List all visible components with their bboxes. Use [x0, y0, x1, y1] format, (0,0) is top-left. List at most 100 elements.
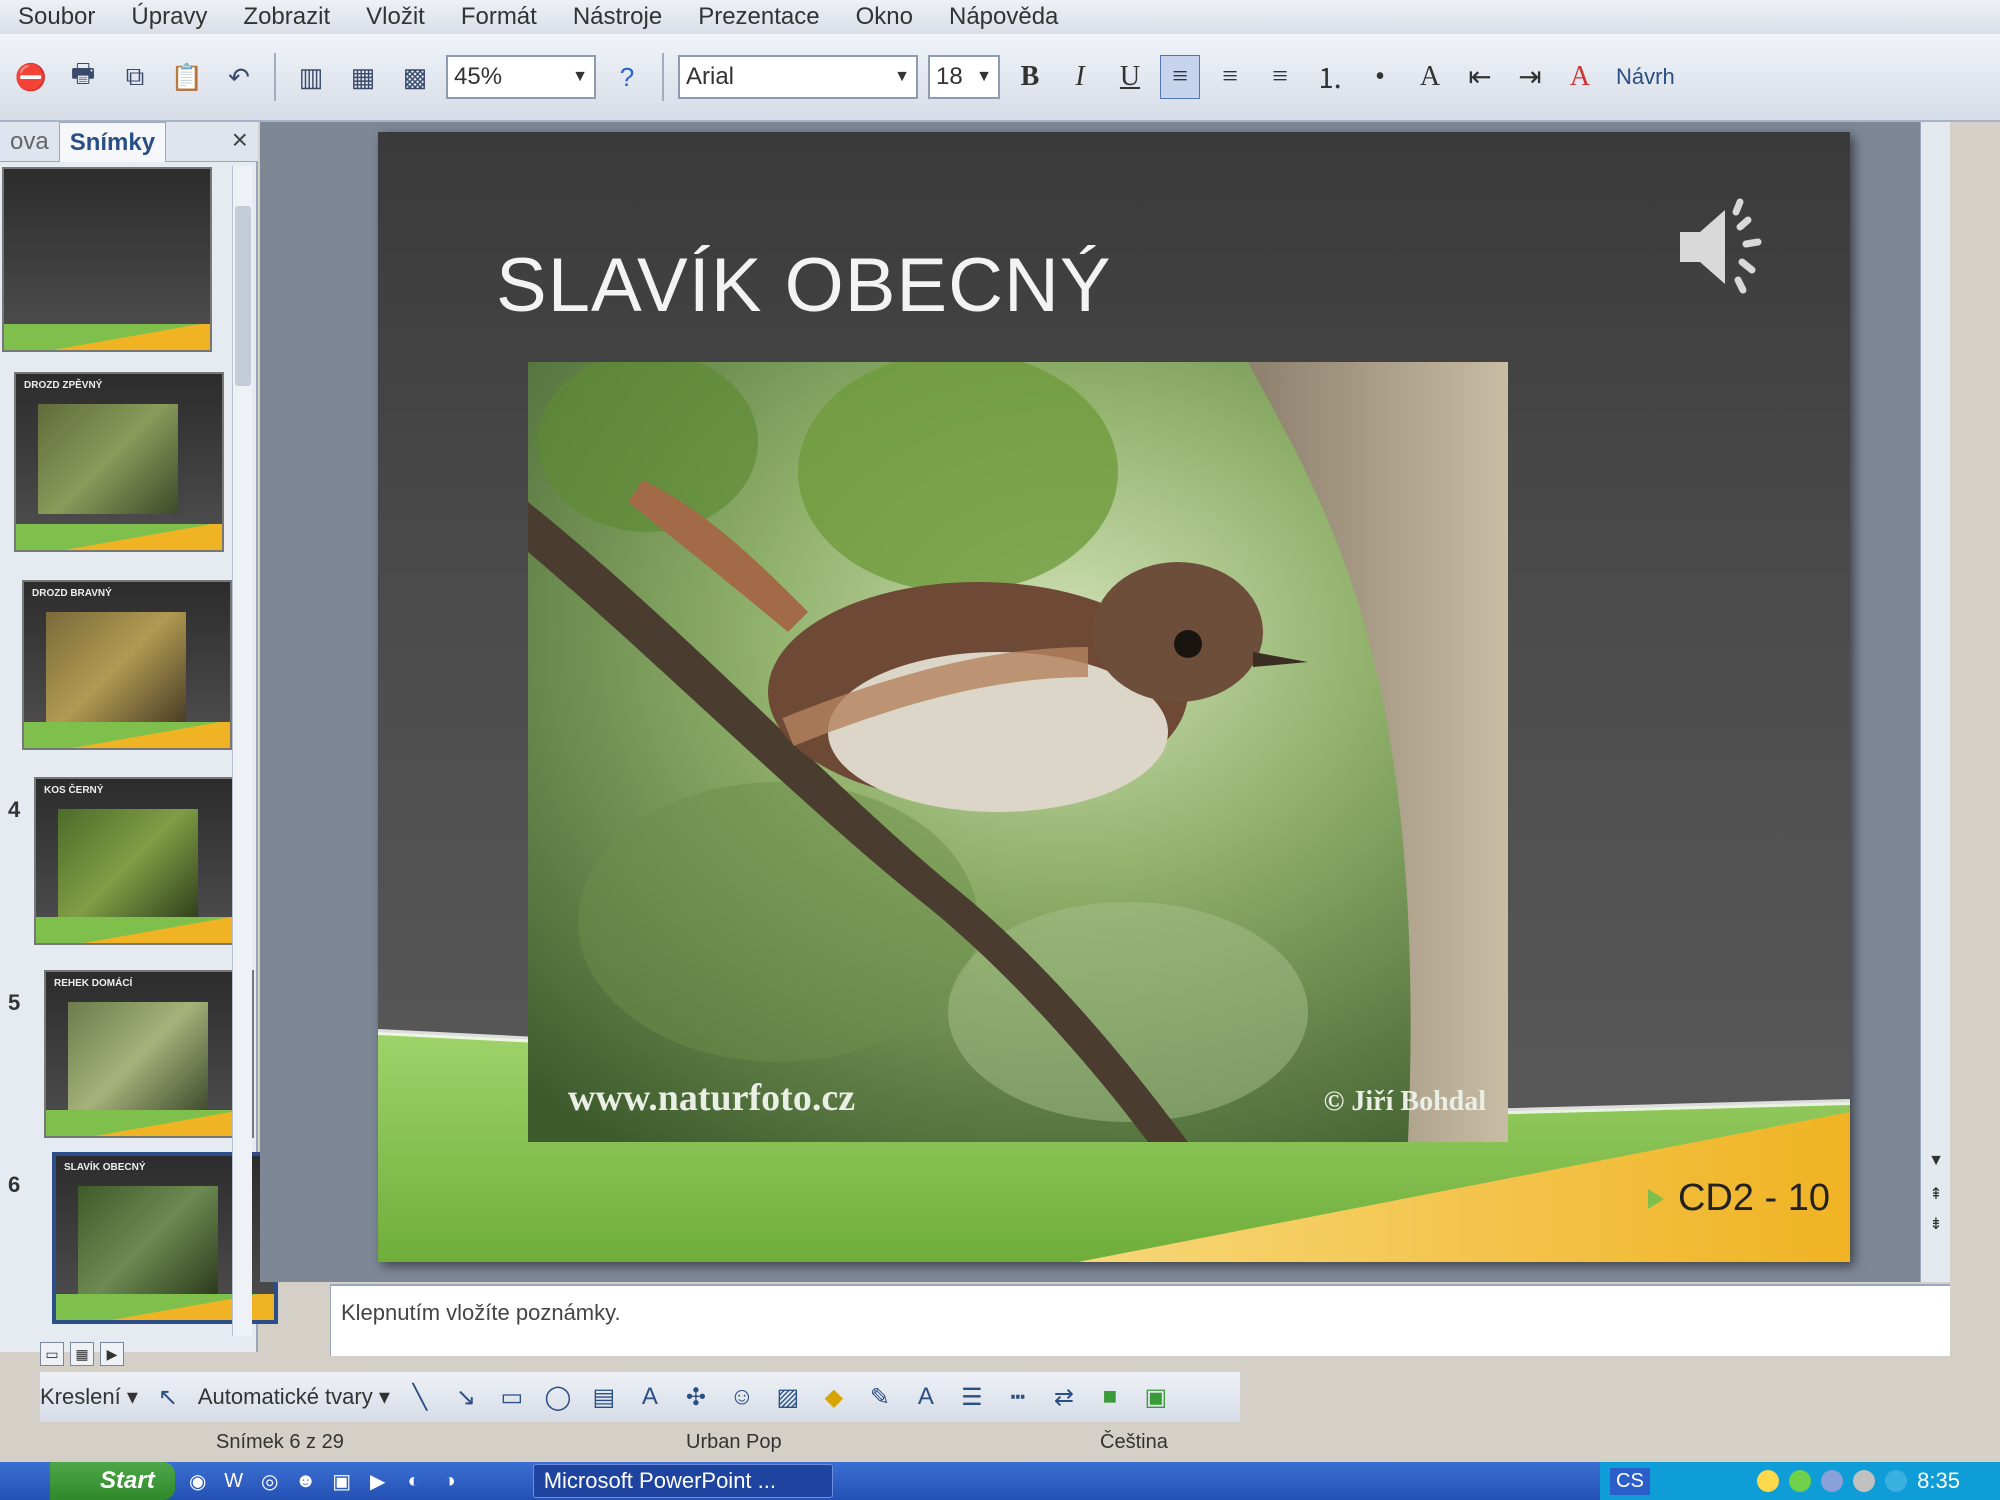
permission-icon[interactable]: ⛔ [10, 56, 52, 98]
font-size-combo[interactable]: 18 ▼ [928, 55, 1000, 99]
scroll-thumb[interactable] [235, 206, 251, 386]
numbered-list-icon[interactable]: ⒈ [1310, 55, 1350, 99]
language-indicator[interactable]: CS [1610, 1467, 1650, 1495]
3d-icon[interactable]: ▣ [1140, 1381, 1172, 1413]
normal-view-icon[interactable]: ▭ [40, 1342, 64, 1366]
slide-title[interactable]: SLAVÍK OBECNÝ [496, 242, 1112, 329]
menu-okno[interactable]: Okno [838, 3, 931, 31]
messenger-icon[interactable]: ☻ [293, 1468, 319, 1494]
close-icon[interactable]: × [232, 124, 248, 156]
slide-thumbnail[interactable]: DROZD BRAVNÝ [0, 580, 236, 750]
folder-icon[interactable]: ▣ [329, 1468, 355, 1494]
firefox-icon[interactable]: ◐ [401, 1468, 427, 1494]
slideshow-view-icon[interactable]: ▶ [100, 1342, 124, 1366]
nightingale-photo[interactable]: www.naturfoto.cz © Jiří Bohdal [528, 362, 1508, 1142]
volume-icon[interactable] [1821, 1470, 1844, 1492]
line-style-icon[interactable]: ☰ [956, 1381, 988, 1413]
update-icon[interactable] [1853, 1470, 1876, 1492]
insert-chart-icon[interactable]: ▥ [290, 56, 332, 98]
slide-code: CD2 - 10 [1647, 1177, 1830, 1220]
line-color-icon[interactable]: ✎ [864, 1381, 896, 1413]
current-slide[interactable]: SLAVÍK OBECNÝ www.naturfoto.cz © Jiří Bo… [378, 132, 1850, 1262]
menu-prezentace[interactable]: Prezentace [680, 3, 837, 31]
connection-icon[interactable] [1885, 1470, 1908, 1492]
paste-icon[interactable]: 📋 [166, 56, 208, 98]
font-color-icon[interactable]: A [910, 1381, 942, 1413]
menu-zobrazit[interactable]: Zobrazit [225, 3, 348, 31]
font-name-combo[interactable]: Arial ▼ [678, 55, 918, 99]
underline-button[interactable]: U [1110, 55, 1150, 99]
dash-style-icon[interactable]: ┅ [1002, 1381, 1034, 1413]
speaker-icon[interactable] [1670, 192, 1780, 302]
picture-icon[interactable]: ▨ [772, 1381, 804, 1413]
rectangle-icon[interactable]: ▭ [496, 1381, 528, 1413]
oval-icon[interactable]: ◯ [542, 1381, 574, 1413]
start-button[interactable]: Start [50, 1462, 175, 1500]
slide-thumbnail[interactable]: DROZD ZPĚVNÝ [0, 372, 236, 552]
design-button[interactable]: Návrh [1610, 56, 1681, 98]
scroll-down-icon[interactable]: ▼ [1925, 1152, 1947, 1176]
thumb-photo [68, 1002, 208, 1112]
next-slide-icon[interactable]: ⇟ [1925, 1214, 1947, 1238]
wordart-icon[interactable]: A [634, 1381, 666, 1413]
bold-button[interactable]: B [1010, 55, 1050, 99]
help-icon[interactable]: ? [606, 56, 648, 98]
slide-thumbnail-selected[interactable]: 6 SLAVÍK OBECNÝ [0, 1152, 278, 1324]
notes-placeholder[interactable]: Klepnutím vložíte poznámky. [341, 1300, 621, 1326]
diagram-icon[interactable]: ✣ [680, 1381, 712, 1413]
font-color-icon[interactable]: A [1560, 55, 1600, 99]
arrow-icon[interactable]: ↘ [450, 1381, 482, 1413]
taskbar-powerpoint-button[interactable]: Microsoft PowerPoint ... [532, 1464, 833, 1498]
word-icon[interactable]: W [221, 1468, 247, 1494]
bullet-list-icon[interactable]: • [1360, 55, 1400, 99]
menu-nastroje[interactable]: Nástroje [555, 3, 680, 31]
align-right-icon[interactable]: ≡ [1260, 55, 1300, 99]
autoshapes-menu[interactable]: Automatické tvary ▾ [198, 1384, 390, 1410]
shadow-icon[interactable]: ■ [1094, 1381, 1126, 1413]
copy-icon[interactable]: ⧉ [114, 56, 156, 98]
security-icon[interactable] [1757, 1470, 1780, 1492]
menu-soubor[interactable]: Soubor [0, 3, 113, 31]
increase-font-icon[interactable]: A [1410, 55, 1450, 99]
menu-upravy[interactable]: Úpravy [113, 3, 225, 31]
tab-slides[interactable]: Snímky [58, 121, 167, 162]
notes-pane[interactable]: Klepnutím vložíte poznámky. [330, 1284, 1950, 1356]
slides-pane-scrollbar[interactable] [232, 166, 252, 1336]
increase-indent-icon[interactable]: ⇥ [1510, 55, 1550, 99]
fill-color-icon[interactable]: ◆ [818, 1381, 850, 1413]
clipart-icon[interactable]: ☺ [726, 1381, 758, 1413]
media-icon[interactable]: ◎ [257, 1468, 283, 1494]
textbox-icon[interactable]: ▤ [588, 1381, 620, 1413]
slide-editor: SLAVÍK OBECNÝ www.naturfoto.cz © Jiří Bo… [260, 122, 1950, 1282]
zoom-combo[interactable]: 45% ▼ [446, 55, 596, 99]
insert-table-icon[interactable]: ▦ [342, 56, 384, 98]
menu-format[interactable]: Formát [443, 3, 555, 31]
print-icon[interactable]: 🖶 [62, 56, 104, 98]
slide-thumbnail[interactable] [0, 167, 236, 352]
sorter-view-icon[interactable]: ▦ [70, 1342, 94, 1366]
arrow-style-icon[interactable]: ⇄ [1048, 1381, 1080, 1413]
slide-thumbnail[interactable]: 4 KOS ČERNÝ [0, 777, 242, 947]
editor-scrollbar[interactable]: ▼ ⇞ ⇟ [1920, 122, 1950, 1282]
previous-slide-icon[interactable]: ⇞ [1925, 1184, 1947, 1208]
align-left-icon[interactable]: ≡ [1160, 55, 1200, 99]
browser-icon[interactable]: ◉ [185, 1468, 211, 1494]
player-icon[interactable]: ▶ [365, 1468, 391, 1494]
bird-photo-graphic [528, 362, 1508, 1142]
line-icon[interactable]: ╲ [404, 1381, 436, 1413]
decrease-indent-icon[interactable]: ⇤ [1460, 55, 1500, 99]
tab-outline[interactable]: ova [0, 128, 59, 156]
italic-button[interactable]: I [1060, 55, 1100, 99]
undo-icon[interactable]: ↶ [218, 56, 260, 98]
menu-vlozit[interactable]: Vložit [348, 3, 443, 31]
menu-napoveda[interactable]: Nápověda [931, 3, 1076, 31]
select-objects-icon[interactable]: ↖ [152, 1381, 184, 1413]
draw-menu[interactable]: Kreslení ▾ [40, 1384, 138, 1410]
start-label: Start [100, 1467, 155, 1494]
show-grid-icon[interactable]: ▩ [394, 56, 436, 98]
pane-tabs: ova Snímky × [0, 121, 258, 162]
chrome-icon[interactable]: ◑ [437, 1468, 463, 1494]
slide-thumbnail[interactable]: 5 REHEK DOMÁCÍ [0, 970, 254, 1140]
network-icon[interactable] [1789, 1470, 1812, 1492]
align-center-icon[interactable]: ≡ [1210, 55, 1250, 99]
